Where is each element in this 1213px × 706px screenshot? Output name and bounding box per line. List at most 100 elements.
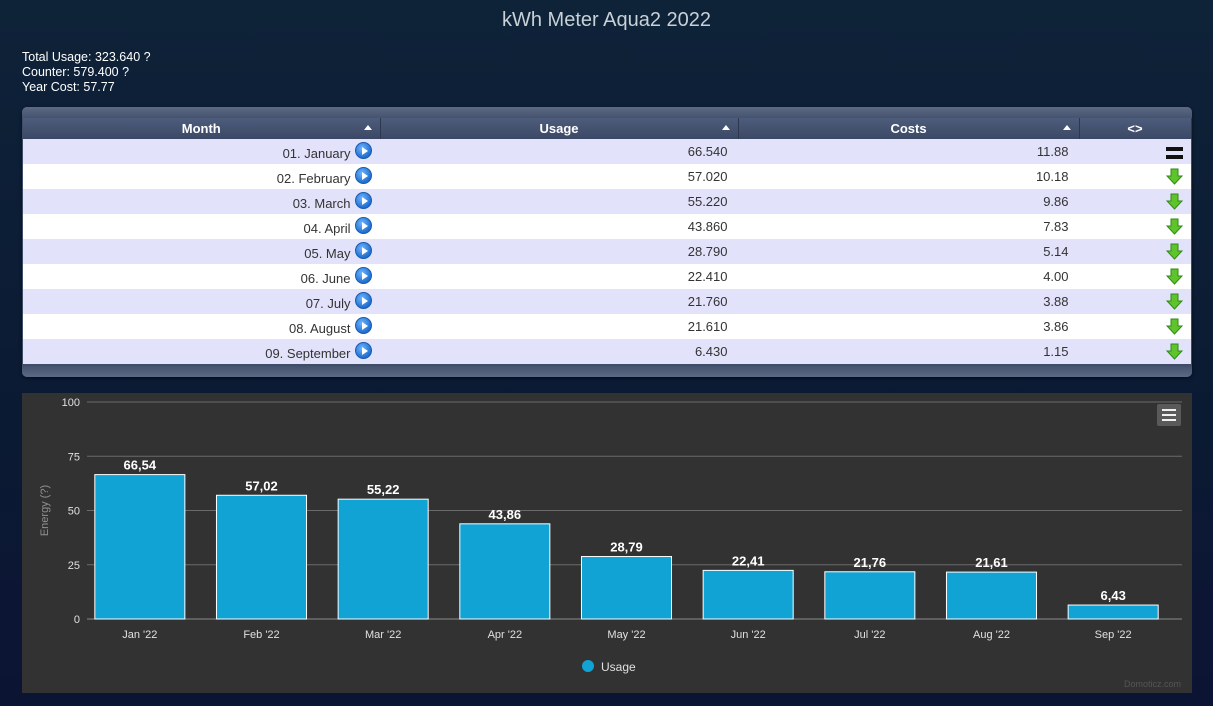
table-row: 04. April 43.860 7.83 <box>23 214 1191 239</box>
month-cell: 04. April <box>23 214 380 239</box>
table-bottom-bar <box>22 366 1192 377</box>
table-row: 03. March 55.220 9.86 <box>23 189 1191 214</box>
usage-cell: 28.790 <box>380 239 738 264</box>
bar <box>824 571 916 620</box>
arrow-down-icon <box>1165 318 1183 335</box>
trend-cell <box>1079 239 1191 264</box>
total-usage: Total Usage: 323.640 ? <box>22 50 151 64</box>
play-icon[interactable] <box>354 192 372 209</box>
column-header-trend[interactable]: <> <box>1079 118 1192 139</box>
data-label: 22,41 <box>732 553 765 568</box>
play-icon[interactable] <box>354 167 372 184</box>
usage-cell: 22.410 <box>380 264 738 289</box>
x-tick-label: May '22 <box>607 629 645 641</box>
costs-cell: 11.88 <box>738 139 1079 164</box>
costs-cell: 3.88 <box>738 289 1079 314</box>
data-label: 21,76 <box>854 555 887 570</box>
month-cell: 03. March <box>23 189 380 214</box>
usage-cell: 21.760 <box>380 289 738 314</box>
costs-cell: 7.83 <box>738 214 1079 239</box>
counter: Counter: 579.400 ? <box>22 65 130 79</box>
costs-cell: 3.86 <box>738 314 1079 339</box>
arrow-down-icon <box>1165 293 1183 310</box>
arrow-down-icon <box>1165 343 1183 360</box>
trend-cell <box>1079 139 1191 164</box>
page-title: kWh Meter Aqua2 2022 <box>501 9 711 31</box>
y-tick-label: 0 <box>74 614 80 626</box>
costs-cell: 4.00 <box>738 264 1079 289</box>
menu-icon <box>1162 409 1176 411</box>
play-icon[interactable] <box>354 317 372 334</box>
play-icon[interactable] <box>354 267 372 284</box>
column-header-costs[interactable]: Costs <box>738 118 1080 139</box>
legend-item-usage[interactable]: Usage <box>601 660 636 674</box>
bar <box>215 494 308 620</box>
legend-marker <box>582 660 594 672</box>
usage-cell: 55.220 <box>380 189 738 214</box>
table-top-bar <box>22 107 1192 118</box>
month-cell: 09. September <box>23 339 380 364</box>
month-cell: 01. January <box>23 139 380 164</box>
arrow-down-icon <box>1165 168 1183 185</box>
costs-cell: 10.18 <box>738 164 1079 189</box>
x-tick-label: Mar '22 <box>365 629 401 641</box>
costs-cell: 5.14 <box>738 239 1079 264</box>
bar <box>945 571 1038 620</box>
x-tick-label: Sep '22 <box>1095 629 1132 641</box>
chart-menu-button[interactable] <box>1157 404 1181 426</box>
data-label: 6,43 <box>1101 588 1126 603</box>
table-row: 01. January 66.540 11.88 <box>23 139 1191 164</box>
play-icon[interactable] <box>354 217 372 234</box>
column-header-usage[interactable]: Usage <box>380 118 739 139</box>
data-label: 21,61 <box>975 555 1008 570</box>
data-label: 57,02 <box>245 478 278 493</box>
play-icon[interactable] <box>354 242 372 259</box>
arrow-down-icon <box>1165 243 1183 260</box>
trend-cell <box>1079 214 1191 239</box>
sort-asc-icon <box>363 125 372 130</box>
usage-cell: 43.860 <box>380 214 738 239</box>
data-label: 28,79 <box>610 540 643 555</box>
arrow-down-icon <box>1165 218 1183 235</box>
month-cell: 05. May <box>23 239 380 264</box>
bar <box>94 474 186 620</box>
arrow-down-icon <box>1165 268 1183 285</box>
y-tick-label: 25 <box>68 560 80 572</box>
bar <box>580 556 673 620</box>
bar <box>459 523 551 620</box>
chart-credit[interactable]: Domoticz.com <box>1124 679 1181 689</box>
table-row: 02. February 57.020 10.18 <box>23 164 1191 189</box>
play-icon[interactable] <box>354 292 372 309</box>
table-row: 07. July 21.760 3.88 <box>23 289 1191 314</box>
bar <box>702 569 794 620</box>
play-icon[interactable] <box>354 142 372 159</box>
data-label: 66,54 <box>124 458 157 473</box>
table-row: 08. August 21.610 3.86 <box>23 314 1191 339</box>
play-icon[interactable] <box>354 342 372 359</box>
trend-cell <box>1079 189 1191 214</box>
table-header-row: Month Usage Costs <> <box>23 118 1192 139</box>
chart-canvas: 0 25 50 75 100 Energy (?) 66,54 Jan '22 57,02 Feb… <box>39 397 1182 674</box>
trend-cell <box>1079 164 1191 189</box>
x-tick-label: Jun '22 <box>731 629 766 641</box>
usage-cell: 66.540 <box>380 139 738 164</box>
sort-asc-icon <box>721 125 730 130</box>
usage-cell: 6.430 <box>380 339 738 364</box>
month-cell: 08. August <box>23 314 380 339</box>
usage-cell: 21.610 <box>380 314 738 339</box>
y-axis-title: Energy (?) <box>39 485 51 536</box>
y-tick-label: 100 <box>62 397 80 409</box>
trend-cell <box>1079 314 1191 339</box>
costs-cell: 9.86 <box>738 189 1079 214</box>
usage-table-panel: Month Usage Costs <> 01. January 66.540 11… <box>22 107 1192 377</box>
sort-asc-icon <box>1062 125 1071 130</box>
costs-cell: 1.15 <box>738 339 1079 364</box>
x-tick-label: Jul '22 <box>854 629 885 641</box>
month-cell: 02. February <box>23 164 380 189</box>
x-tick-label: Apr '22 <box>488 629 523 641</box>
x-tick-label: Aug '22 <box>973 629 1010 641</box>
trend-cell <box>1079 264 1191 289</box>
data-label: 43,86 <box>489 507 522 522</box>
column-header-month[interactable]: Month <box>23 118 381 139</box>
usage-cell: 57.020 <box>380 164 738 189</box>
